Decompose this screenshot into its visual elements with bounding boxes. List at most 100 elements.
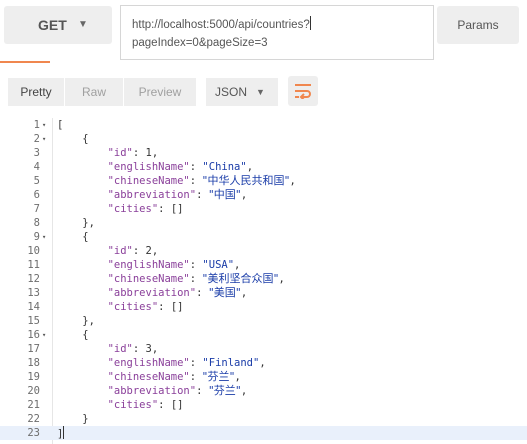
line-number: 13 bbox=[27, 287, 40, 299]
code-line: 16 ▾ { bbox=[0, 328, 527, 342]
line-number: 3 bbox=[33, 147, 40, 159]
response-toolbar: Pretty Raw Preview JSON ▼ bbox=[0, 70, 527, 118]
line-number: 5 bbox=[33, 175, 40, 187]
json-key: "id" bbox=[107, 147, 133, 159]
json-key: "cities" bbox=[107, 399, 159, 411]
line-number: 1 bbox=[33, 119, 40, 131]
code-line: 6 "abbreviation": "中国", bbox=[0, 188, 527, 202]
json-key: "englishName" bbox=[107, 259, 190, 271]
json-string: "USA" bbox=[202, 259, 235, 271]
json-key: "abbreviation" bbox=[107, 189, 197, 201]
code-line: 18 "englishName": "Finland", bbox=[0, 356, 527, 370]
url-line-2: pageIndex=0&pageSize=3 bbox=[132, 37, 268, 49]
line-number: 17 bbox=[27, 343, 40, 355]
json-string: "Finland" bbox=[202, 357, 260, 369]
line-number: 22 bbox=[27, 413, 40, 425]
code-line: 8 }, bbox=[0, 216, 527, 230]
code-line: 1 ▾ [ bbox=[0, 118, 527, 132]
tab-preview[interactable]: Preview bbox=[124, 78, 196, 106]
method-label: GET bbox=[38, 17, 67, 33]
json-brace: { bbox=[82, 329, 89, 341]
json-key: "cities" bbox=[107, 301, 159, 313]
line-number: 8 bbox=[33, 217, 40, 229]
json-brace: }, bbox=[82, 217, 95, 229]
code-line: 11 "englishName": "USA", bbox=[0, 258, 527, 272]
code-line: 13 "abbreviation": "美国", bbox=[0, 286, 527, 300]
line-number: 16 bbox=[27, 329, 40, 341]
code-line: 7 "cities": [] bbox=[0, 202, 527, 216]
json-string: "美利坚合众国" bbox=[202, 272, 279, 285]
tab-raw[interactable]: Raw bbox=[65, 78, 123, 106]
json-array: [] bbox=[170, 399, 184, 411]
wrap-lines-icon bbox=[295, 84, 311, 99]
line-number: 4 bbox=[33, 161, 40, 173]
line-number: 12 bbox=[27, 273, 40, 285]
code-line: 14 "cities": [] bbox=[0, 300, 527, 314]
params-button[interactable]: Params bbox=[437, 6, 519, 44]
line-number: 20 bbox=[27, 385, 40, 397]
json-key: "chineseName" bbox=[107, 175, 190, 187]
code-line: 22 } bbox=[0, 412, 527, 426]
json-string: "中华人民共和国" bbox=[202, 174, 290, 187]
json-brace: { bbox=[82, 231, 89, 243]
code-line: 3 "id": 1, bbox=[0, 146, 527, 160]
url-line-1: http://localhost:5000/api/countries? bbox=[132, 19, 310, 31]
text-cursor bbox=[309, 16, 311, 30]
json-key: "englishName" bbox=[107, 357, 190, 369]
code-line-active: 23 ] bbox=[0, 426, 527, 440]
chevron-down-icon: ▼ bbox=[256, 87, 265, 97]
json-string: "China" bbox=[202, 161, 247, 173]
response-body-editor[interactable]: 1 ▾ [ 2 ▾ { 3 "id": 1, 4 "englishName": … bbox=[0, 118, 527, 444]
json-key: "chineseName" bbox=[107, 371, 190, 383]
json-string: "美国" bbox=[208, 286, 241, 299]
json-array: [] bbox=[170, 301, 184, 313]
json-array: [] bbox=[170, 203, 184, 215]
code-line: 4 "englishName": "China", bbox=[0, 160, 527, 174]
tab-pretty[interactable]: Pretty bbox=[8, 78, 64, 106]
line-number: 15 bbox=[27, 315, 40, 327]
line-number: 9 bbox=[33, 231, 40, 243]
url-input[interactable]: http://localhost:5000/api/countries? pag… bbox=[120, 5, 434, 60]
line-number: 14 bbox=[27, 301, 40, 313]
json-brace: { bbox=[82, 133, 89, 145]
code-line: 15 }, bbox=[0, 314, 527, 328]
fold-arrow-icon[interactable]: ▾ bbox=[42, 118, 52, 132]
json-string: "芬兰" bbox=[208, 384, 241, 397]
line-number: 19 bbox=[27, 371, 40, 383]
json-key: "abbreviation" bbox=[107, 385, 197, 397]
method-dropdown[interactable]: GET ▼ bbox=[4, 6, 112, 44]
fold-arrow-icon[interactable]: ▾ bbox=[42, 328, 52, 342]
format-label: JSON bbox=[215, 85, 248, 99]
line-number: 6 bbox=[33, 189, 40, 201]
line-number: 18 bbox=[27, 357, 40, 369]
format-dropdown[interactable]: JSON ▼ bbox=[206, 78, 278, 106]
json-key: "englishName" bbox=[107, 161, 190, 173]
wrap-lines-button[interactable] bbox=[288, 76, 318, 106]
text-cursor bbox=[63, 426, 65, 439]
code-line: 19 "chineseName": "芬兰", bbox=[0, 370, 527, 384]
json-string: "芬兰" bbox=[202, 370, 235, 383]
code-line: 21 "cities": [] bbox=[0, 398, 527, 412]
json-key: "id" bbox=[107, 343, 133, 355]
json-string: "中国" bbox=[208, 188, 241, 201]
request-bar: GET ▼ http://localhost:5000/api/countrie… bbox=[0, 0, 527, 63]
json-brace: } bbox=[82, 413, 89, 425]
line-number: 2 bbox=[33, 133, 40, 145]
fold-arrow-icon[interactable]: ▾ bbox=[42, 132, 52, 146]
line-number: 21 bbox=[27, 399, 40, 411]
line-number: 10 bbox=[27, 245, 40, 257]
code-line: 12 "chineseName": "美利坚合众国", bbox=[0, 272, 527, 286]
active-tab-indicator bbox=[0, 61, 50, 63]
code-line: 10 "id": 2, bbox=[0, 244, 527, 258]
fold-arrow-icon[interactable]: ▾ bbox=[42, 230, 52, 244]
line-number: 7 bbox=[33, 203, 40, 215]
chevron-down-icon: ▼ bbox=[78, 19, 88, 30]
line-number: 11 bbox=[27, 259, 40, 271]
json-brace: }, bbox=[82, 315, 95, 327]
json-key: "id" bbox=[107, 245, 133, 257]
json-key: "chineseName" bbox=[107, 273, 190, 285]
code-line: 5 "chineseName": "中华人民共和国", bbox=[0, 174, 527, 188]
code-line: 20 "abbreviation": "芬兰", bbox=[0, 384, 527, 398]
json-bracket: [ bbox=[57, 119, 64, 131]
code-line: 9 ▾ { bbox=[0, 230, 527, 244]
